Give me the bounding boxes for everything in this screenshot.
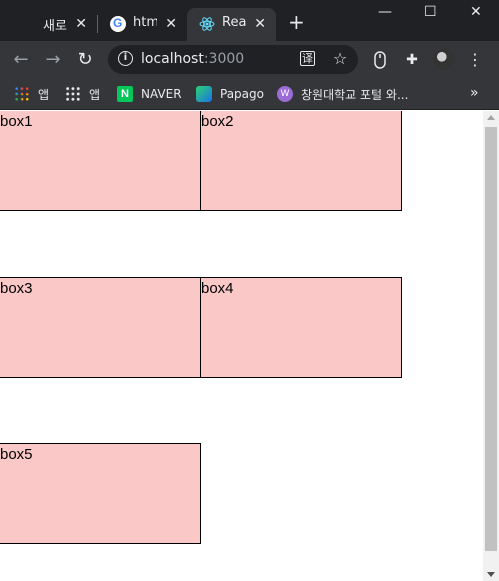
scroll-down-arrow-icon[interactable] [487, 572, 495, 577]
url-host: localhost [141, 51, 204, 67]
extensions-puzzle-icon[interactable]: ✚ [403, 51, 421, 69]
changwon-icon: W [277, 86, 293, 102]
bookmark-changwon[interactable]: W 창원대학교 포털 와... [277, 84, 408, 104]
tab-title: 새로 [43, 19, 67, 34]
scrollbar-thumb[interactable] [485, 127, 497, 551]
tab-new[interactable]: 새로 ✕ [0, 8, 97, 41]
browser-toolbar: ← → ↻ i localhost:3000 译 ☆ ✚ ⋮ [0, 41, 499, 79]
window-close-icon[interactable]: ✕ [470, 4, 482, 20]
tab-title: Reac [222, 15, 246, 30]
papago-icon [196, 86, 212, 102]
box-3: box3 [0, 277, 201, 378]
vertical-scrollbar[interactable] [483, 111, 499, 581]
url-text[interactable]: localhost:3000 [141, 51, 244, 67]
bookmark-papago[interactable]: Papago [196, 84, 264, 104]
minimize-icon[interactable]: — [378, 4, 392, 20]
maximize-icon[interactable]: ☐ [424, 4, 437, 20]
bookmark-naver[interactable]: N NAVER [117, 84, 182, 104]
naver-icon: N [117, 86, 133, 102]
menu-more-icon[interactable]: ⋮ [466, 51, 484, 69]
reload-icon[interactable]: ↻ [74, 49, 96, 71]
back-arrow-icon[interactable]: ← [10, 49, 32, 71]
react-icon [199, 16, 215, 32]
bookmarks-bar: 앱 앱 N NAVER Papago W 창원대학교 포털 와... » [0, 79, 499, 110]
bookmark-label: 앱 [89, 87, 101, 102]
address-bar[interactable]: i localhost:3000 译 ☆ [108, 45, 358, 74]
tab-react-active[interactable]: Reac ✕ [187, 8, 276, 41]
info-icon[interactable]: i [118, 51, 133, 66]
tab-close-icon[interactable]: ✕ [254, 16, 266, 32]
page-viewport: box1 box2 box3 box4 box5 [0, 111, 483, 581]
mouse-extension-icon[interactable] [371, 51, 389, 69]
tab-close-icon[interactable]: ✕ [165, 16, 177, 32]
bookmark-label: 앱 [38, 87, 50, 102]
bookmark-label: 창원대학교 포털 와... [301, 87, 409, 102]
bookmark-label: NAVER [141, 87, 182, 101]
bookmark-label: Papago [220, 87, 264, 101]
tab-strip: 새로 ✕ html ✕ Reac ✕ + — ☐ ✕ [0, 0, 499, 41]
bookmark-star-icon[interactable]: ☆ [332, 51, 348, 67]
new-tab-button[interactable]: + [288, 12, 305, 32]
bookmark-apps-color[interactable]: 앱 [14, 84, 49, 104]
scroll-up-arrow-icon[interactable] [487, 115, 495, 120]
url-port: :3000 [203, 51, 245, 67]
apps-grid-icon [65, 86, 81, 102]
box-4: box4 [200, 277, 402, 378]
bookmark-apps[interactable]: 앱 [65, 84, 100, 104]
bookmarks-overflow-icon[interactable]: » [470, 85, 479, 101]
box-5: box5 [0, 443, 201, 544]
apps-color-icon [14, 86, 30, 102]
tab-title: html [133, 15, 157, 30]
tab-close-icon[interactable]: ✕ [75, 16, 87, 32]
box-2: box2 [200, 111, 402, 211]
translate-icon[interactable]: 译 [300, 51, 315, 66]
google-icon [110, 16, 126, 32]
tab-html[interactable]: html ✕ [98, 8, 187, 41]
forward-arrow-icon[interactable]: → [42, 49, 64, 71]
box-1: box1 [0, 111, 201, 211]
profile-avatar[interactable] [433, 48, 455, 70]
